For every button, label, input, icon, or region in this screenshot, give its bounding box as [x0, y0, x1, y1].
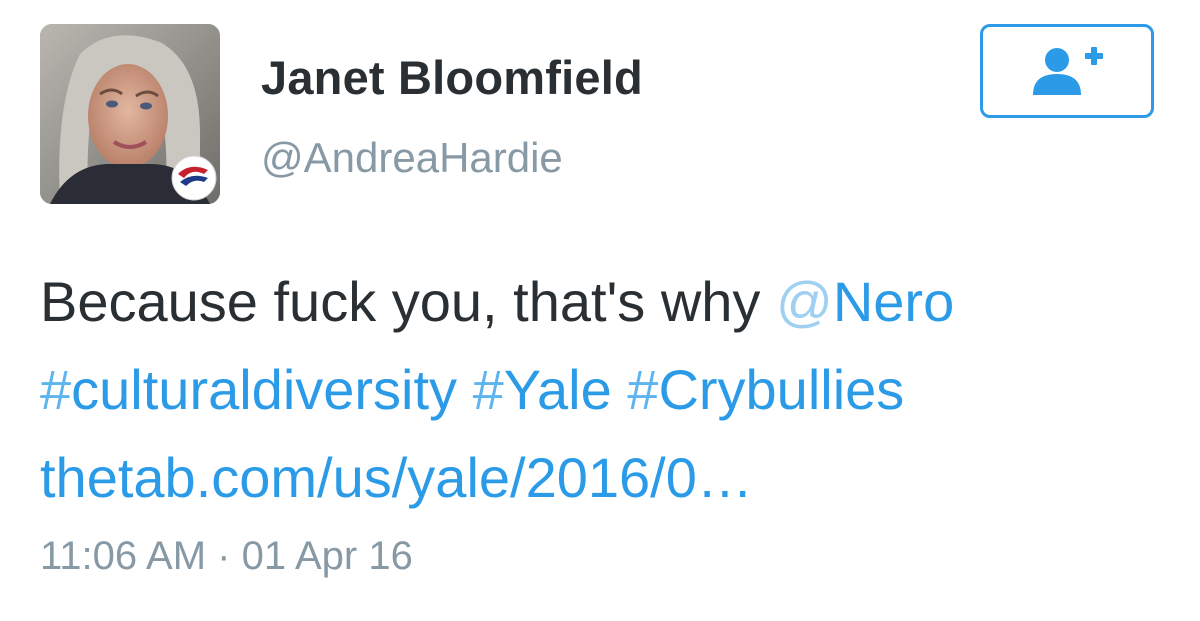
tweet-timestamp[interactable]: 11:06 AM · 01 Apr 16 — [40, 534, 413, 579]
hashtag-symbol: # — [40, 358, 72, 421]
tweet-card: Janet Bloomfield @AndreaHardie Because f… — [0, 0, 1200, 621]
tweet-text-line-2: #culturaldiversity #Yale #Crybullies — [40, 346, 1160, 434]
hashtag-link-culturaldiversity[interactable]: #culturaldiversity — [40, 358, 457, 421]
display-name[interactable]: Janet Bloomfield — [261, 50, 643, 105]
hashtag-text: culturaldiversity — [71, 358, 458, 421]
avatar[interactable] — [40, 24, 220, 204]
mention-link[interactable]: @Nero — [776, 270, 954, 333]
hashtag-symbol: # — [472, 358, 504, 421]
hashtag-link-crybullies[interactable]: #Crybullies — [627, 358, 904, 421]
hashtag-text: Crybullies — [658, 358, 905, 421]
hashtag-text: Yale — [503, 358, 612, 421]
follow-button[interactable] — [980, 24, 1154, 118]
mention-name: Nero — [832, 270, 955, 333]
avatar-photo — [40, 24, 220, 204]
mention-at-symbol: @ — [775, 270, 833, 333]
hashtag-symbol: # — [627, 358, 659, 421]
tweet-body-text: Because fuck you, that's why — [40, 270, 776, 333]
hashtag-link-yale[interactable]: #Yale — [473, 358, 612, 421]
tweet-text-line-3: thetab.com/us/yale/2016/0… — [40, 434, 1160, 522]
user-handle[interactable]: @AndreaHardie — [261, 134, 563, 182]
url-link[interactable]: thetab.com/us/yale/2016/0… — [40, 446, 753, 509]
tweet-text: Because fuck you, that's why @Nero #cult… — [40, 258, 1160, 522]
tweet-text-line-1: Because fuck you, that's why @Nero — [40, 258, 1160, 346]
follow-user-plus-icon — [1033, 47, 1103, 95]
